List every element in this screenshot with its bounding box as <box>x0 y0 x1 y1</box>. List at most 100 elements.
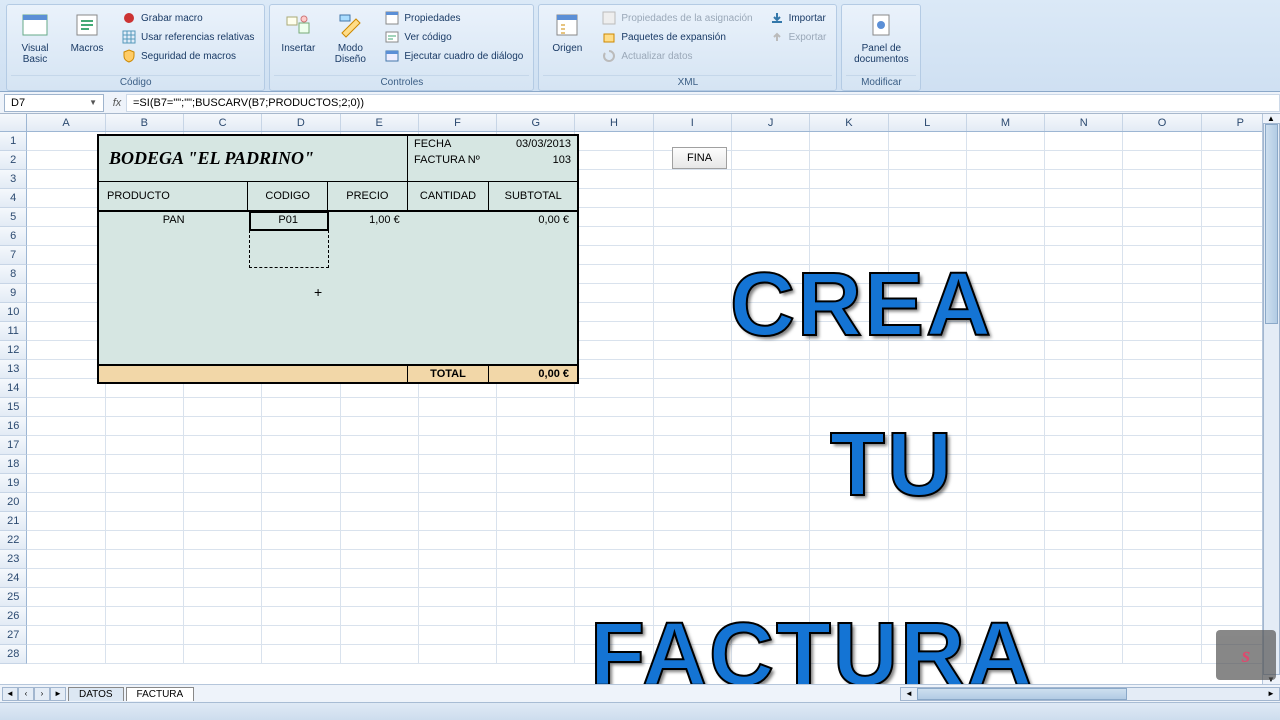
cell[interactable] <box>419 512 497 531</box>
name-box[interactable]: D7 ▼ <box>4 94 104 112</box>
cell[interactable] <box>1045 626 1123 645</box>
cell[interactable] <box>341 607 419 626</box>
cell[interactable] <box>575 341 653 360</box>
cell[interactable] <box>1045 550 1123 569</box>
cell[interactable] <box>27 341 105 360</box>
cell[interactable] <box>1123 474 1201 493</box>
ver-codigo-button[interactable]: Ver código <box>380 28 527 46</box>
cell[interactable] <box>27 227 105 246</box>
cell[interactable] <box>1045 645 1123 664</box>
cell[interactable] <box>654 341 732 360</box>
row-header[interactable]: 13 <box>0 360 27 379</box>
cell[interactable] <box>732 132 810 151</box>
cell[interactable] <box>27 588 105 607</box>
cell[interactable] <box>732 360 810 379</box>
cell[interactable] <box>341 645 419 664</box>
cell[interactable] <box>732 170 810 189</box>
cell[interactable] <box>1045 170 1123 189</box>
xml-paquetes-button[interactable]: Paquetes de expansión <box>597 28 756 46</box>
cell[interactable] <box>1123 246 1201 265</box>
cell[interactable] <box>1123 512 1201 531</box>
cell[interactable] <box>575 512 653 531</box>
cell[interactable] <box>1123 227 1201 246</box>
panel-documentos-button[interactable]: Panel dedocumentos <box>846 7 916 67</box>
column-header[interactable]: E <box>341 114 419 131</box>
cell[interactable] <box>341 474 419 493</box>
cell[interactable] <box>341 626 419 645</box>
cell[interactable] <box>27 569 105 588</box>
cell[interactable] <box>341 398 419 417</box>
cell[interactable] <box>262 493 340 512</box>
cell[interactable] <box>27 607 105 626</box>
column-header[interactable]: I <box>654 114 732 131</box>
tab-nav-prev[interactable]: ‹ <box>18 687 34 701</box>
cell[interactable] <box>575 360 653 379</box>
cell[interactable] <box>575 417 653 436</box>
cell[interactable] <box>27 246 105 265</box>
row-header[interactable]: 7 <box>0 246 27 265</box>
cell[interactable] <box>1045 246 1123 265</box>
cell[interactable] <box>106 474 184 493</box>
cell[interactable] <box>575 246 653 265</box>
cell[interactable] <box>1045 569 1123 588</box>
cell[interactable] <box>575 398 653 417</box>
cell[interactable] <box>575 455 653 474</box>
column-header[interactable]: J <box>732 114 810 131</box>
cell[interactable] <box>732 512 810 531</box>
cell[interactable] <box>419 493 497 512</box>
cell[interactable] <box>184 607 262 626</box>
line-producto[interactable]: PAN <box>99 212 248 228</box>
cell[interactable] <box>889 360 967 379</box>
cell[interactable] <box>184 569 262 588</box>
scroll-left-button[interactable]: ◄ <box>901 689 917 698</box>
finalizar-button[interactable]: FINA <box>672 147 727 169</box>
cell[interactable] <box>967 531 1045 550</box>
cell[interactable] <box>732 417 810 436</box>
cell[interactable] <box>967 398 1045 417</box>
cell[interactable] <box>1123 265 1201 284</box>
cell[interactable] <box>1045 151 1123 170</box>
cell[interactable] <box>497 645 575 664</box>
tab-nav-next[interactable]: › <box>34 687 50 701</box>
sheet-tab-factura[interactable]: FACTURA <box>126 687 195 701</box>
row-header[interactable]: 2 <box>0 151 27 170</box>
cell[interactable] <box>654 569 732 588</box>
cell[interactable] <box>732 151 810 170</box>
cell[interactable] <box>106 588 184 607</box>
cell[interactable] <box>1045 417 1123 436</box>
cell[interactable] <box>967 360 1045 379</box>
cell[interactable] <box>341 569 419 588</box>
cell[interactable] <box>1045 132 1123 151</box>
cell[interactable] <box>497 531 575 550</box>
cell[interactable] <box>967 189 1045 208</box>
cell[interactable] <box>575 227 653 246</box>
cell[interactable] <box>732 455 810 474</box>
cell[interactable] <box>810 132 888 151</box>
cell[interactable] <box>1123 132 1201 151</box>
cell[interactable] <box>341 531 419 550</box>
cell[interactable] <box>262 626 340 645</box>
cell[interactable] <box>889 379 967 398</box>
origen-button[interactable]: Origen <box>543 7 591 56</box>
cell[interactable] <box>262 512 340 531</box>
select-all-corner[interactable] <box>0 114 27 131</box>
cell[interactable] <box>1123 588 1201 607</box>
column-header[interactable]: B <box>106 114 184 131</box>
cell[interactable] <box>654 322 732 341</box>
cell[interactable] <box>1045 531 1123 550</box>
propiedades-button[interactable]: Propiedades <box>380 9 527 27</box>
v-scroll-thumb[interactable] <box>1265 124 1278 324</box>
cell[interactable] <box>184 398 262 417</box>
cell[interactable] <box>27 132 105 151</box>
cell[interactable] <box>419 588 497 607</box>
cell[interactable] <box>967 151 1045 170</box>
cell[interactable] <box>106 436 184 455</box>
cell[interactable] <box>967 132 1045 151</box>
cell[interactable] <box>654 170 732 189</box>
cell[interactable] <box>419 531 497 550</box>
cell[interactable] <box>27 189 105 208</box>
row-header[interactable]: 16 <box>0 417 27 436</box>
cell[interactable] <box>341 588 419 607</box>
cell[interactable] <box>1045 379 1123 398</box>
cell[interactable] <box>732 379 810 398</box>
